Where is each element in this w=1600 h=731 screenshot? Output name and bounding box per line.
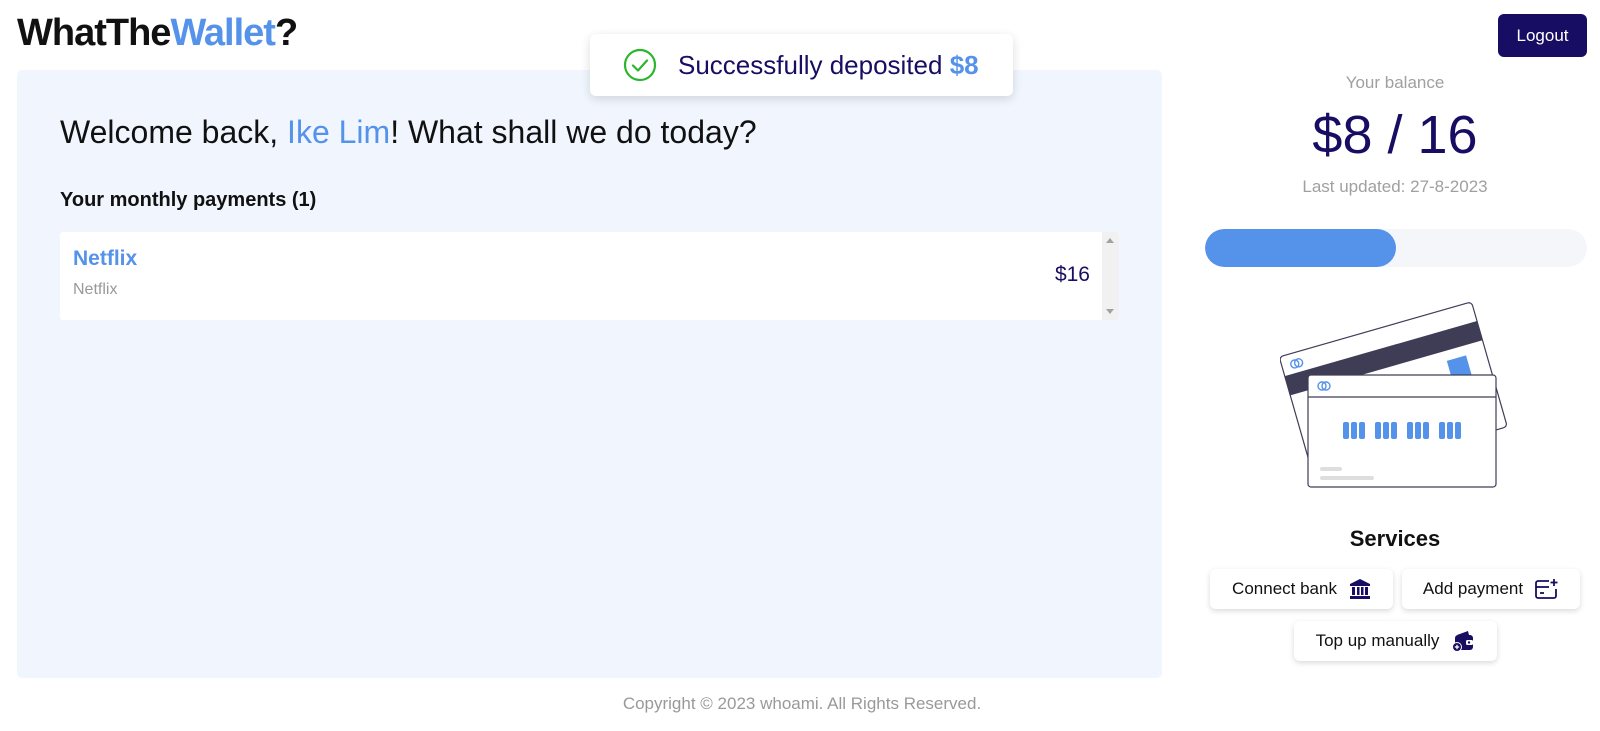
- user-name: Ike Lim: [287, 114, 391, 150]
- toast-message-text: Successfully deposited: [678, 50, 943, 80]
- welcome-message: Welcome back, Ike Lim! What shall we do …: [60, 114, 757, 151]
- logo-text-question: ?: [274, 12, 298, 54]
- payment-description: Netflix: [73, 281, 118, 298]
- bank-icon: [1349, 579, 1370, 599]
- logout-button[interactable]: Logout: [1498, 14, 1587, 57]
- add-card-icon: [1535, 579, 1558, 599]
- success-toast: Successfully deposited $8: [590, 34, 1013, 96]
- add-payment-label: Add payment: [1422, 579, 1524, 598]
- balance-value: $8 / 16: [1312, 105, 1478, 165]
- toast-amount: $8: [949, 50, 979, 80]
- payments-list: Netflix Netflix $16: [60, 232, 1119, 320]
- top-up-manually-button[interactable]: Top up manually: [1294, 621, 1497, 661]
- payment-amount: $16: [1054, 263, 1090, 286]
- credit-cards-illustration: [1280, 302, 1507, 488]
- toast-message: Successfully deposited $8: [678, 50, 979, 81]
- logo-text-what-the: WhatThe: [17, 12, 171, 54]
- app-logo: WhatTheWallet?: [17, 12, 298, 55]
- add-payment-button[interactable]: Add payment: [1402, 569, 1580, 609]
- copyright-text: Copyright © 2023 whoami. All Rights Rese…: [622, 694, 982, 713]
- check-circle-icon: [623, 48, 657, 82]
- connect-bank-label: Connect bank: [1232, 579, 1337, 598]
- welcome-prefix: Welcome back,: [60, 114, 288, 150]
- last-updated: Last updated: 27-8-2023: [1302, 177, 1488, 196]
- welcome-suffix: ! What shall we do today?: [390, 114, 757, 150]
- services-title: Services: [1349, 526, 1441, 551]
- footer-copyright: Copyright © 2023 whoami. All Rights Rese…: [0, 694, 1600, 714]
- balance-label: Your balance: [1345, 73, 1445, 92]
- wallet-icon: [1452, 631, 1474, 652]
- connect-bank-button[interactable]: Connect bank: [1210, 569, 1393, 609]
- balance-progress-bar: [1205, 229, 1587, 267]
- scroll-down-arrow-icon[interactable]: [1106, 309, 1114, 314]
- balance-progress-fill: [1205, 229, 1396, 267]
- top-up-manually-label: Top up manually: [1315, 631, 1440, 650]
- payment-item[interactable]: Netflix Netflix $16: [60, 232, 1100, 320]
- scroll-up-arrow-icon[interactable]: [1106, 238, 1114, 243]
- main-panel: Welcome back, Ike Lim! What shall we do …: [17, 70, 1162, 678]
- payment-name: Netflix: [73, 247, 138, 270]
- payments-heading: Your monthly payments (1): [60, 189, 317, 211]
- payments-scrollbar[interactable]: [1102, 232, 1119, 320]
- logo-text-wallet: Wallet: [170, 12, 275, 54]
